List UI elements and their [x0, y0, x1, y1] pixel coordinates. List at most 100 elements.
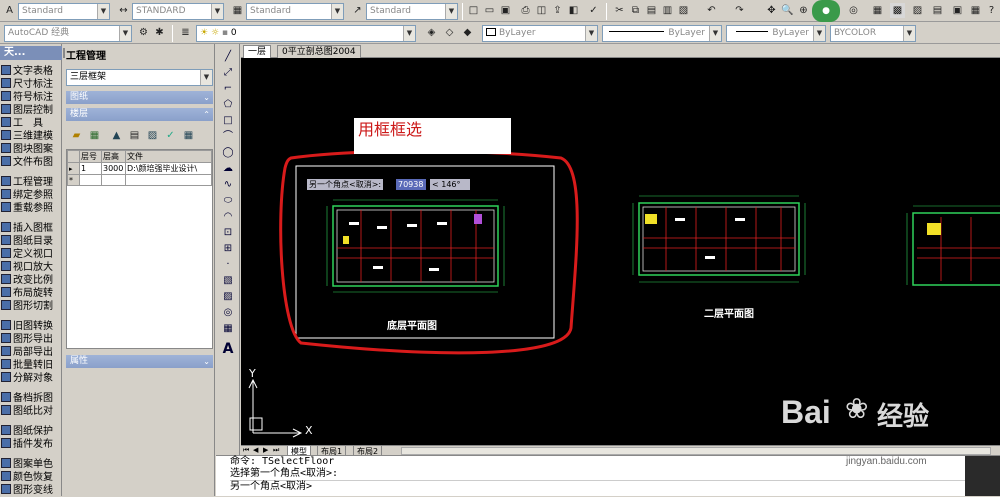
tangent-menu-item[interactable]: 视口放大 [0, 261, 62, 274]
tangent-menu-item[interactable]: 工 具 [0, 117, 62, 130]
line-icon[interactable]: ╱ [220, 50, 236, 64]
project-select[interactable]: 三层框架 ▼ [66, 69, 213, 86]
layer-state-icon[interactable]: ◆ [460, 25, 475, 40]
block-editor-icon[interactable]: ▧ [676, 3, 691, 18]
polyline-icon[interactable]: ⌐ [220, 82, 236, 96]
tangent-menu-item[interactable]: 图纸目录 [0, 235, 62, 248]
revcloud-icon[interactable]: ☁ [220, 162, 236, 176]
polygon-icon[interactable]: ⬠ [220, 98, 236, 112]
tangent-menu-item[interactable]: 插入图框 [0, 222, 62, 235]
quickcalc-icon[interactable]: ▦ [968, 3, 983, 18]
cut-icon[interactable]: ✂ [612, 3, 627, 18]
spline-icon[interactable]: ∿ [220, 178, 236, 192]
section-drawings[interactable]: 图纸 ⌄ [66, 91, 213, 104]
tangent-menu-item[interactable]: 旧图转换 [0, 320, 62, 333]
table-row[interactable]: ▸ 1 3000 D:\颜培强毕业设计\ [67, 162, 212, 175]
ellipse-arc-icon[interactable]: ◠ [220, 210, 236, 224]
save-icon[interactable]: ▣ [498, 3, 513, 18]
circle-icon[interactable]: ◯ [220, 146, 236, 160]
tab-floor-label[interactable]: 一层 [243, 45, 272, 58]
layer-previous-icon[interactable]: ◇ [442, 25, 457, 40]
table-style-icon[interactable]: ▦ [230, 3, 245, 18]
arc-icon[interactable]: ⌒ [220, 130, 236, 144]
check-icon[interactable]: ✓ [163, 128, 178, 143]
text-style-select[interactable]: Standard ▼ [18, 3, 110, 20]
gear-icon[interactable]: ✱ [152, 25, 167, 40]
command-input[interactable]: 另一个角点<取消> [230, 480, 1000, 493]
grid-cell[interactable] [101, 174, 126, 186]
tangent-menu-item[interactable]: 批量转旧 [0, 359, 62, 372]
zoom-window-icon[interactable]: ⊕ [796, 3, 811, 18]
point-icon[interactable]: · [220, 258, 236, 272]
hatch-icon[interactable]: ▧ [220, 274, 236, 288]
region-icon[interactable]: ◎ [220, 306, 236, 320]
layer-select[interactable]: ☀ ☼ ▪ 0 ▼ [196, 25, 416, 42]
paste-icon[interactable]: ▤ [644, 3, 659, 18]
preview-icon[interactable]: ◫ [534, 3, 549, 18]
grid-cell[interactable] [125, 174, 212, 186]
gradient-icon[interactable]: ▨ [220, 290, 236, 304]
tangent-menu-item[interactable]: 图形导出 [0, 333, 62, 346]
zoom-realtime-icon[interactable]: 🔍 [780, 3, 795, 18]
tangent-menu-item[interactable]: 局部导出 [0, 346, 62, 359]
drawing-canvas[interactable]: 用框框选 另一个角点<取消>: 70938 < 146° 底层平面图 二层平面图… [241, 58, 1000, 445]
sheetset-icon[interactable]: ▤ [930, 3, 945, 18]
grid-cell[interactable] [79, 174, 102, 186]
table-icon[interactable]: ▦ [220, 322, 236, 336]
make-block-icon[interactable]: ⊞ [220, 242, 236, 256]
insert-block-icon[interactable]: ⊡ [220, 226, 236, 240]
grid-icon[interactable]: ▦ [181, 128, 196, 143]
tangent-menu-item[interactable]: 图形变线 [0, 484, 62, 497]
copy-icon[interactable]: ⧉ [628, 3, 643, 18]
section-floors[interactable]: 楼层 ⌃ [66, 108, 213, 121]
tangent-menu-item[interactable]: 重载参照 [0, 202, 62, 215]
pan-icon[interactable]: ✥ [764, 3, 779, 18]
tangent-menu-item[interactable]: 三维建模 [0, 130, 62, 143]
etransmit-icon[interactable]: ✓ [586, 3, 601, 18]
tangent-menu-item[interactable]: 图纸比对 [0, 405, 62, 418]
properties-icon[interactable]: ▦ [870, 3, 885, 18]
first-tab-icon[interactable]: ⏮ [243, 446, 249, 455]
tangent-menu-item[interactable]: 尺寸标注 [0, 78, 62, 91]
dynamic-prompt-value[interactable]: 70938 [396, 179, 426, 190]
grid-cell[interactable]: D:\颜培强毕业设计\ [125, 162, 212, 175]
tangent-menu-item[interactable]: 绑定参照 [0, 189, 62, 202]
help-icon[interactable]: ? [984, 3, 999, 18]
ellipse-icon[interactable]: ⬭ [220, 194, 236, 208]
publish-icon[interactable]: ⇪ [550, 3, 565, 18]
tangent-menu-item[interactable]: 文件布图 [0, 156, 62, 169]
tangent-menu-item[interactable]: 工程管理 [0, 176, 62, 189]
tangent-menu-item[interactable]: 图块图案 [0, 143, 62, 156]
tangent-menu-item[interactable]: 图层控制 [0, 104, 62, 117]
text-style-icon[interactable]: A [2, 3, 17, 18]
tangent-menu-item[interactable]: 分解对象 [0, 372, 62, 385]
section-properties[interactable]: 属性 ⌄ [66, 355, 213, 368]
tangent-menu-header[interactable]: 天... [0, 46, 62, 60]
multileader-style-icon[interactable]: ↗ [350, 3, 365, 18]
building-icon[interactable]: ▲ [109, 128, 124, 143]
open-folder-icon[interactable]: ▰ [69, 128, 84, 143]
tangent-menu-item[interactable]: 图形切割 [0, 300, 62, 313]
dynamic-prompt-angle[interactable]: < 146° [430, 179, 470, 190]
make-current-icon[interactable]: ◈ [424, 25, 439, 40]
markup-icon[interactable]: ▣ [950, 3, 965, 18]
toolpalette-icon[interactable]: ▨ [910, 3, 925, 18]
multileader-style-select[interactable]: Standard ▼ [366, 3, 458, 20]
table-row[interactable]: * [67, 174, 212, 186]
open-icon[interactable]: ▭ [482, 3, 497, 18]
tangent-menu-item[interactable]: 定义视口 [0, 248, 62, 261]
tab-drawing[interactable]: 0平立剖总图2004 [277, 45, 361, 58]
dim-style-select[interactable]: STANDARD ▼ [132, 3, 224, 20]
grid-cell[interactable]: 1 [79, 162, 102, 175]
print-icon[interactable]: ⎙ [518, 3, 533, 18]
undo-icon[interactable]: ↶ [704, 3, 719, 18]
tangent-menu-item[interactable]: 插件发布 [0, 438, 62, 451]
color-select[interactable]: ByLayer ▼ [482, 25, 598, 42]
rectangle-icon[interactable]: □ [220, 114, 236, 128]
construction-line-icon[interactable]: ⤢ [220, 66, 236, 80]
tangent-menu-item[interactable]: 文字表格 [0, 65, 62, 78]
dim-style-icon[interactable]: ↔ [116, 3, 131, 18]
scroll-thumb[interactable] [965, 456, 1000, 496]
3dprint-icon[interactable]: ◧ [566, 3, 581, 18]
plotstyle-select[interactable]: BYCOLOR ▼ [830, 25, 916, 42]
